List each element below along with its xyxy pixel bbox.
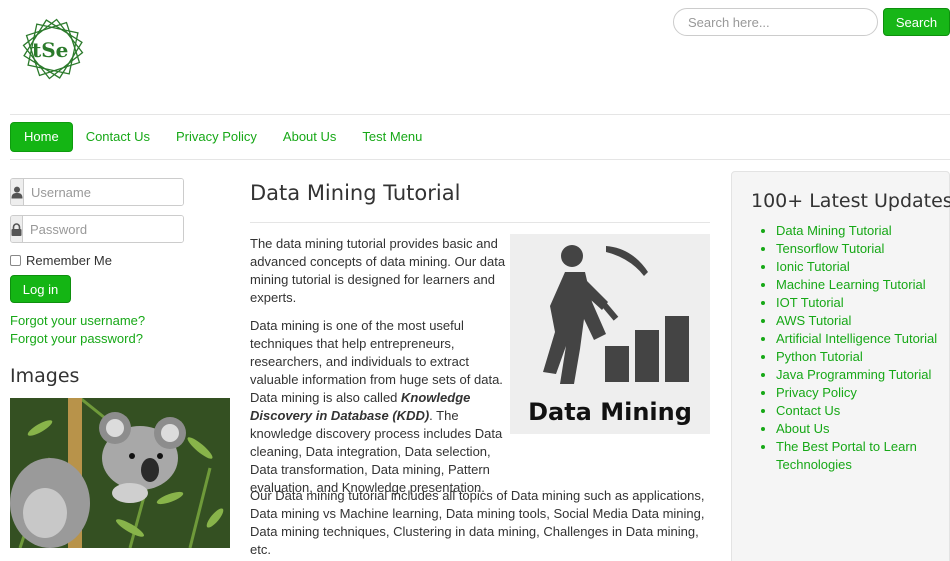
list-item[interactable]: Contact Us [776,402,946,420]
list-item[interactable]: Ionic Tutorial [776,258,946,276]
list-item[interactable]: The Best Portal to Learn Technologies [776,438,946,474]
latest-updates-heading: 100+ Latest Updates [751,190,950,212]
username-input[interactable] [24,179,183,205]
nav-contact-us[interactable]: Contact Us [73,122,163,152]
lock-icon [11,216,23,242]
list-item[interactable]: Data Mining Tutorial [776,222,946,240]
password-input[interactable] [23,216,183,242]
search-input[interactable] [673,8,878,36]
forgot-password-link[interactable]: Forgot your password? [10,331,143,346]
list-item[interactable]: Artificial Intelligence Tutorial [776,330,946,348]
nav-privacy-policy[interactable]: Privacy Policy [163,122,270,152]
main-nav: Home Contact Us Privacy Policy About Us … [10,122,435,152]
nav-about-us[interactable]: About Us [270,122,349,152]
latest-updates-list: Data Mining Tutorial Tensorflow Tutorial… [776,222,946,474]
nav-home[interactable]: Home [10,122,73,152]
site-logo[interactable]: tSe [18,16,88,86]
page-title: Data Mining Tutorial [250,181,461,205]
list-item[interactable]: Java Programming Tutorial [776,366,946,384]
list-item[interactable]: AWS Tutorial [776,312,946,330]
topics-paragraph: Our Data mining tutorial includes all to… [250,488,705,557]
logo-text: tSe [32,38,69,62]
koala-image[interactable] [10,398,230,548]
kdd-paragraph-part-a: Data mining is one of the most useful te… [250,318,503,495]
nav-divider [10,159,950,160]
list-item[interactable]: IOT Tutorial [776,294,946,312]
username-group [10,178,184,206]
remember-me[interactable]: Remember Me [10,253,112,268]
nav-test-menu[interactable]: Test Menu [349,122,435,152]
list-item[interactable]: Privacy Policy [776,384,946,402]
title-divider [250,222,710,223]
latest-updates-panel: 100+ Latest Updates Data Mining Tutorial… [731,171,950,561]
list-item[interactable]: Tensorflow Tutorial [776,240,946,258]
list-item[interactable]: About Us [776,420,946,438]
search-button[interactable]: Search [883,8,950,36]
list-item[interactable]: Machine Learning Tutorial [776,276,946,294]
list-item[interactable]: Python Tutorial [776,348,946,366]
forgot-username-link[interactable]: Forgot your username? [10,313,145,328]
remember-checkbox[interactable] [10,255,21,266]
intro-paragraph: The data mining tutorial provides basic … [250,236,506,305]
images-heading: Images [10,365,80,387]
login-button[interactable]: Log in [10,275,71,303]
remember-label: Remember Me [26,253,112,268]
header-divider [10,114,950,115]
password-group [10,215,184,243]
user-icon [11,179,24,205]
kdd-paragraph: Data mining is one of the most useful te… [250,317,710,497]
